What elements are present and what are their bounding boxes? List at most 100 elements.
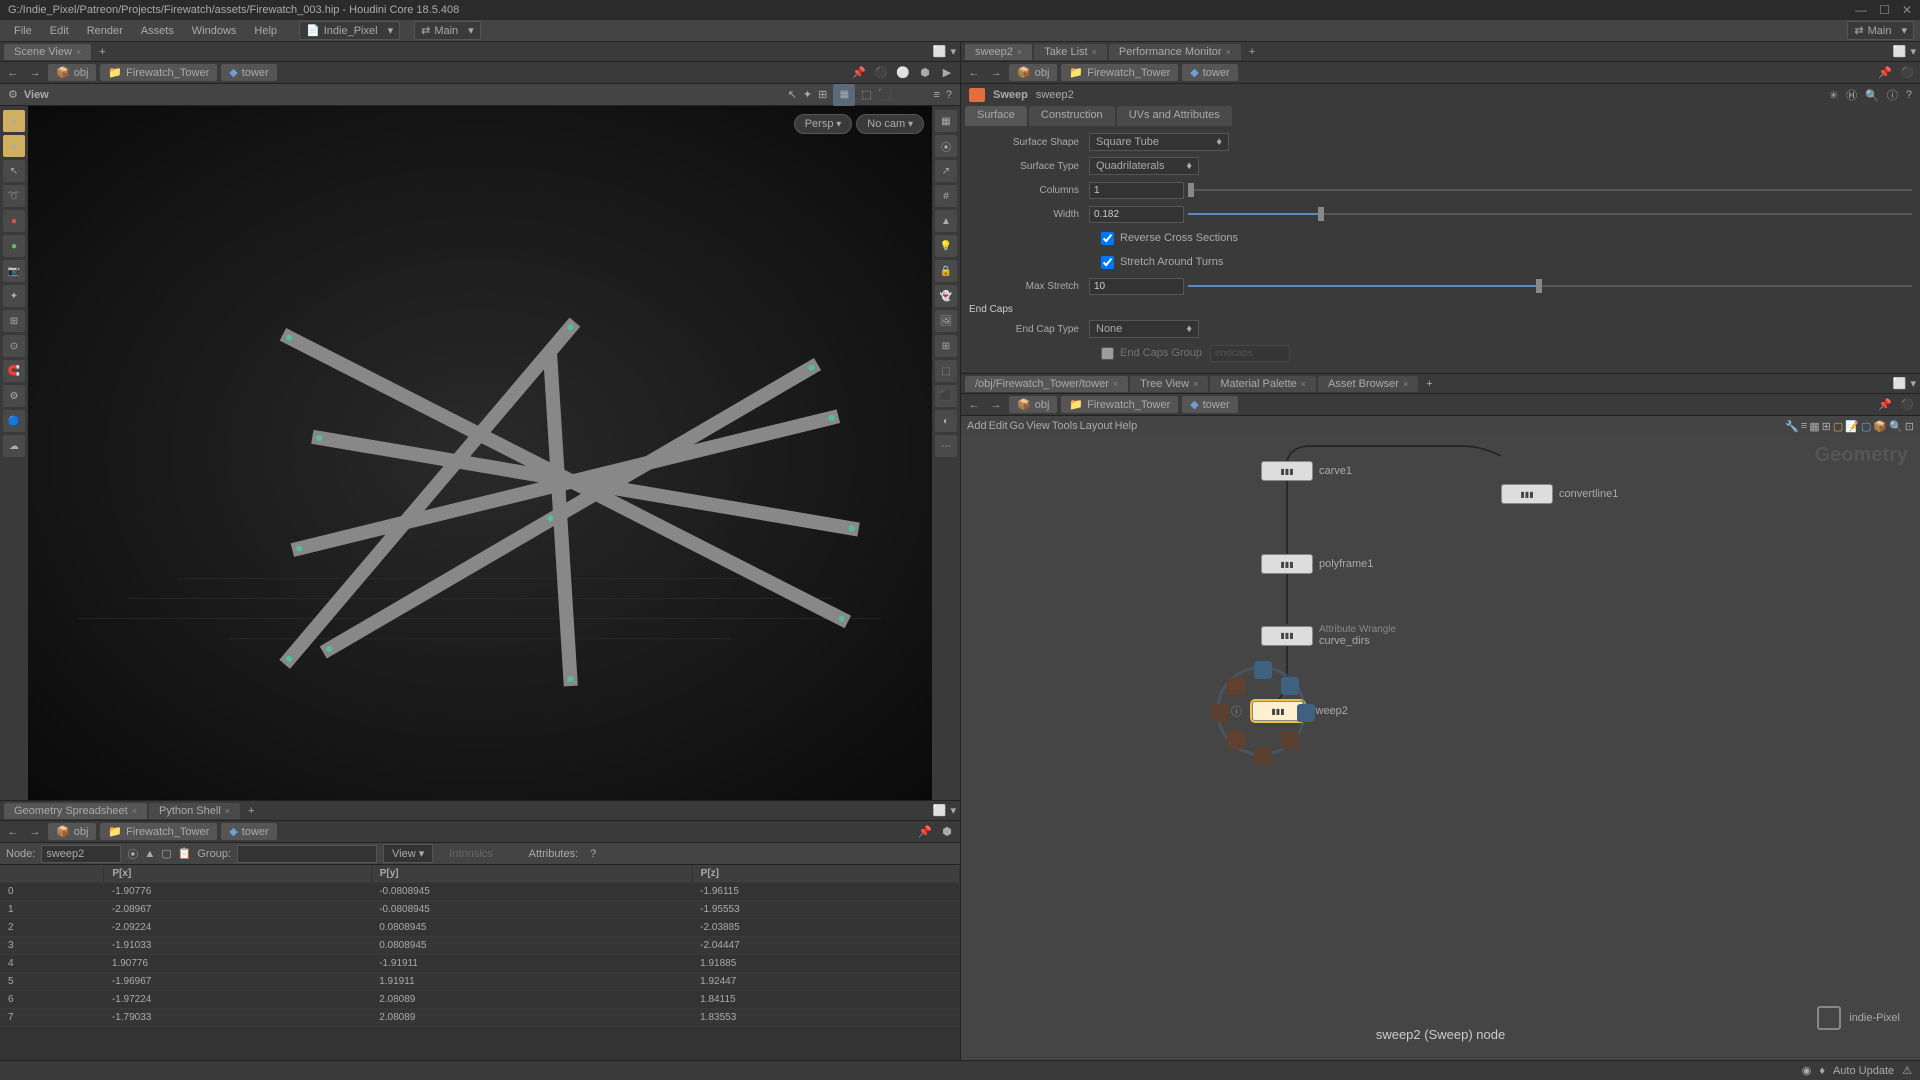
node-field[interactable] xyxy=(41,845,121,863)
menu-file[interactable]: File xyxy=(6,23,40,39)
ghost-icon[interactable]: ⬛ xyxy=(878,88,892,101)
help-icon[interactable]: ? xyxy=(1906,89,1912,101)
maximize-icon[interactable]: ☐ xyxy=(1879,3,1890,17)
view-dropdown[interactable]: View ▾ xyxy=(383,844,433,863)
net-tool-icons[interactable]: ⊞ xyxy=(1822,420,1831,433)
pin-icon[interactable]: 📌 xyxy=(916,823,934,841)
net-menu-add[interactable]: Add xyxy=(967,420,987,432)
disp-ghost[interactable]: 👻 xyxy=(935,285,957,307)
table-row[interactable]: 5-1.969671.919111.92447 xyxy=(0,973,960,991)
col-header[interactable]: P[x] xyxy=(104,865,371,883)
view-menu-icon[interactable]: ⚙ xyxy=(8,88,18,101)
tab-sweep2[interactable]: sweep2× xyxy=(965,44,1032,60)
crumb-tower[interactable]: ◆tower xyxy=(1182,64,1237,81)
help-icon[interactable]: ? xyxy=(590,848,596,860)
render-icon[interactable]: ▶ xyxy=(938,64,956,82)
disp-more[interactable]: ⋯ xyxy=(935,435,957,457)
display-icon[interactable]: ⬢ xyxy=(916,64,934,82)
display-opts-icon[interactable]: ≡ xyxy=(933,89,939,101)
close-icon[interactable]: ✕ xyxy=(1902,3,1912,17)
network-editor[interactable]: Geometry ▮▮▮carve1▮▮▮convertline1▮▮▮poly… xyxy=(961,436,1920,1060)
menu-help[interactable]: Help xyxy=(246,23,285,39)
desk-selector-top-right[interactable]: ⇄Main▾ xyxy=(1847,21,1914,40)
tool-select[interactable]: ⬧ xyxy=(3,135,25,157)
crumb-firewatch-tower[interactable]: 📁Firewatch_Tower xyxy=(100,823,217,840)
back-icon[interactable]: ← xyxy=(965,396,983,414)
tab-asset-browser[interactable]: Asset Browser× xyxy=(1318,376,1418,392)
width-slider[interactable] xyxy=(1188,207,1912,221)
crumb-firewatch-tower[interactable]: 📁Firewatch_Tower xyxy=(1061,64,1178,81)
maxstretch-slider[interactable] xyxy=(1188,279,1912,293)
pin-icon[interactable]: 📌 xyxy=(1876,396,1894,414)
crumb-tower[interactable]: ◆tower xyxy=(221,823,276,840)
back-icon[interactable]: ← xyxy=(965,64,983,82)
crumb-obj[interactable]: 📦obj xyxy=(48,823,96,840)
points-icon[interactable]: ⦿ xyxy=(127,846,138,862)
follow-icon[interactable]: ⚪ xyxy=(894,64,912,82)
link-icon[interactable]: ⚫ xyxy=(872,64,890,82)
add-tab-button[interactable]: + xyxy=(242,803,260,819)
net-menu-layout[interactable]: Layout xyxy=(1080,420,1113,432)
add-tab-button[interactable]: + xyxy=(1420,376,1438,392)
tool-cam[interactable]: 📷 xyxy=(3,260,25,282)
table-row[interactable]: 2-2.092240.0808945-2.03885 xyxy=(0,919,960,937)
maxstretch-input[interactable] xyxy=(1089,278,1184,295)
pane-menu-icon[interactable]: ▾ xyxy=(950,804,956,817)
nocam-button[interactable]: No cam ▾ xyxy=(856,114,924,134)
auto-update-label[interactable]: Auto Update xyxy=(1833,1065,1894,1077)
tab-construction[interactable]: Construction xyxy=(1029,106,1115,126)
reverse-checkbox[interactable] xyxy=(1101,232,1114,245)
detail-icon[interactable]: 📋 xyxy=(178,847,192,860)
net-tool-bundle[interactable]: 📦 xyxy=(1873,420,1887,433)
menu-assets[interactable]: Assets xyxy=(133,23,182,39)
update-mode-icon[interactable]: ♦ xyxy=(1819,1065,1825,1077)
forward-icon[interactable]: → xyxy=(987,396,1005,414)
disp-bg[interactable]: 🖼 xyxy=(935,310,957,332)
tab-tree-view[interactable]: Tree View× xyxy=(1130,376,1208,392)
pane-menu-icon[interactable]: ▾ xyxy=(1910,377,1916,390)
wire-icon[interactable]: ⬚ xyxy=(861,88,871,101)
shading-icon[interactable]: ▦ xyxy=(833,84,855,106)
tab-geo-spreadsheet[interactable]: Geometry Spreadsheet× xyxy=(4,803,147,819)
disp-nums[interactable]: # xyxy=(935,185,957,207)
disp-normals[interactable]: ↗ xyxy=(935,160,957,182)
add-tab-button[interactable]: + xyxy=(1243,44,1261,60)
tool-render[interactable]: 🔵 xyxy=(3,410,25,432)
col-header[interactable]: P[y] xyxy=(371,865,692,883)
columns-input[interactable] xyxy=(1089,182,1184,199)
crumb-obj[interactable]: 📦obj xyxy=(1009,396,1057,413)
persp-button[interactable]: Persp ▾ xyxy=(794,114,853,134)
menu-edit[interactable]: Edit xyxy=(42,23,77,39)
table-row[interactable]: 1-2.08967-0.0808945-1.95553 xyxy=(0,901,960,919)
menu-windows[interactable]: Windows xyxy=(184,23,245,39)
back-icon[interactable]: ← xyxy=(4,823,22,841)
link-icon[interactable]: ⚫ xyxy=(1898,64,1916,82)
spreadsheet-table[interactable]: P[x]P[y]P[z]0-1.90776-0.0808945-1.961151… xyxy=(0,865,960,1060)
net-tool-grid[interactable]: ▦ xyxy=(1809,420,1819,433)
crumb-firewatch-tower[interactable]: 📁Firewatch_Tower xyxy=(100,64,217,81)
group-field[interactable] xyxy=(237,845,377,863)
gear-icon[interactable]: ✳ xyxy=(1829,89,1838,102)
op-name[interactable]: sweep2 xyxy=(1036,89,1074,101)
crumb-obj[interactable]: 📦obj xyxy=(48,64,96,81)
forward-icon[interactable]: → xyxy=(26,64,44,82)
table-row[interactable]: 0-1.90776-0.0808945-1.96115 xyxy=(0,883,960,901)
pane-max-icon[interactable]: ⬜ xyxy=(933,804,947,817)
h-icon[interactable]: Ⓗ xyxy=(1846,87,1857,103)
crumb-obj[interactable]: 📦obj xyxy=(1009,64,1057,81)
select-icon[interactable]: ↖ xyxy=(788,88,797,101)
node-carve1[interactable]: ▮▮▮carve1 xyxy=(1261,461,1352,481)
crumb-tower[interactable]: ◆tower xyxy=(221,64,276,81)
node-ring-menu[interactable] xyxy=(1216,666,1306,756)
pane-max-icon[interactable]: ⬜ xyxy=(1893,377,1907,390)
surface-shape-select[interactable]: Square Tube♦ xyxy=(1089,133,1229,151)
info-icon[interactable]: ⓘ xyxy=(1887,87,1898,103)
pane-menu-icon[interactable]: ▾ xyxy=(1910,45,1916,58)
pane-max-icon[interactable]: ⬜ xyxy=(933,45,947,58)
net-menu-view[interactable]: View xyxy=(1026,420,1050,432)
disp-grid[interactable]: ⊞ xyxy=(935,335,957,357)
forward-icon[interactable]: → xyxy=(987,64,1005,82)
pane-menu-icon[interactable]: ▾ xyxy=(950,45,956,58)
net-tool-wrench[interactable]: 🔧 xyxy=(1785,420,1799,433)
tab-perf-monitor[interactable]: Performance Monitor× xyxy=(1109,44,1241,60)
